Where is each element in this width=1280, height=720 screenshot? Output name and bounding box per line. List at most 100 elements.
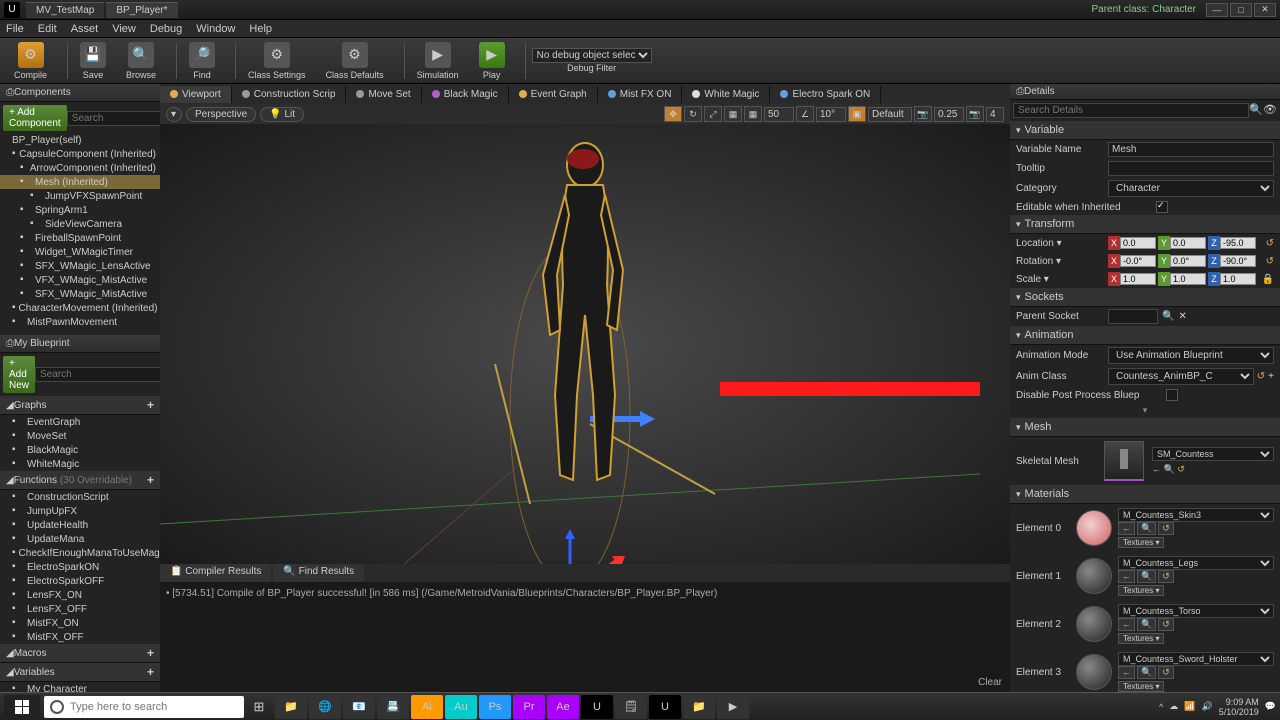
subtab-black-magic[interactable]: Black Magic (422, 86, 509, 103)
vp-camera-icon[interactable]: 📷 (914, 106, 932, 122)
add-component-button[interactable]: + Add Component (3, 105, 67, 131)
component-item[interactable]: ▪Widget_WMagicTimer (0, 245, 160, 259)
close-button[interactable]: ✕ (1254, 3, 1276, 17)
add-new-button[interactable]: + Add New (3, 356, 35, 393)
bp-item[interactable]: ▪UpdateHealth (0, 518, 160, 532)
taskbar-app-13[interactable]: ▶ (717, 695, 749, 719)
vp-speed-icon[interactable]: 📷 (966, 106, 984, 122)
component-item[interactable]: ▪VFX_WMagic_MistActive (0, 273, 160, 287)
reset-icon[interactable]: ↺ (1266, 256, 1274, 267)
tooltip-input[interactable] (1108, 161, 1274, 176)
material-thumb[interactable] (1076, 654, 1112, 690)
taskbar-app-7[interactable]: Pr (513, 695, 545, 719)
bp-item[interactable]: ▪MistFX_OFF (0, 630, 160, 644)
bp-item[interactable]: ▪My Character (0, 682, 160, 692)
doc-tab-map[interactable]: MV_TestMap (26, 2, 104, 18)
vp-scale-icon[interactable]: ⤢ (704, 106, 722, 122)
menu-debug[interactable]: Debug (150, 23, 182, 35)
taskbar-app-11[interactable]: U (649, 695, 681, 719)
menu-edit[interactable]: Edit (38, 23, 57, 35)
rot-z-input[interactable] (1220, 255, 1256, 267)
find-results-tab[interactable]: 🔍 Find Results (273, 564, 364, 582)
components-search-input[interactable] (67, 111, 160, 126)
eye-icon[interactable]: 👁 (1263, 103, 1277, 118)
bp-item[interactable]: ▪UpdateMana (0, 532, 160, 546)
loc-z-input[interactable] (1220, 237, 1256, 249)
clear-icon[interactable]: ✕ (1178, 311, 1186, 322)
bp-item[interactable]: ▪ElectroSparkON (0, 560, 160, 574)
vp-dropdown-icon[interactable]: ▾ (166, 107, 182, 122)
textures-button[interactable]: Textures ▾ (1118, 633, 1164, 644)
menu-window[interactable]: Window (196, 23, 235, 35)
debug-filter[interactable]: No debug object selected Debug Filter (532, 48, 652, 73)
bp-item[interactable]: ▪JumpUpFX (0, 504, 160, 518)
class-defaults-button[interactable]: ⚙Class Defaults (320, 40, 390, 82)
bp-item[interactable]: ▪MistFX_ON (0, 616, 160, 630)
simulation-button[interactable]: ▶Simulation (411, 40, 465, 82)
loc-x-input[interactable] (1120, 237, 1156, 249)
component-item[interactable]: ▪ArrowComponent (Inherited) (0, 161, 160, 175)
taskbar-app-0[interactable]: 📁 (275, 695, 307, 719)
material-thumb[interactable] (1076, 558, 1112, 594)
lit-button[interactable]: 💡 Lit (260, 107, 304, 122)
lock-icon[interactable]: 🔒 (1262, 274, 1274, 285)
loc-y-input[interactable] (1170, 237, 1206, 249)
section-variable[interactable]: Variable (1010, 121, 1280, 140)
taskbar-app-2[interactable]: 📧 (343, 695, 375, 719)
scale-x-input[interactable] (1120, 273, 1156, 285)
taskbar-app-10[interactable]: 🗒 (615, 695, 647, 719)
back-icon[interactable]: ← (1118, 666, 1135, 679)
reset-icon[interactable]: ↺ (1158, 522, 1174, 535)
subtab-electro-spark-on[interactable]: Electro Spark ON (770, 86, 881, 103)
reset-icon[interactable]: ↺ (1158, 570, 1174, 583)
vp-grid-icon[interactable]: ▦ (724, 106, 742, 122)
perspective-button[interactable]: Perspective (186, 107, 256, 122)
taskbar-app-8[interactable]: Ae (547, 695, 579, 719)
reset-icon[interactable]: ↺ (1158, 666, 1174, 679)
section-sockets[interactable]: Sockets (1010, 288, 1280, 307)
material-select[interactable]: M_Countess_Skin3 (1118, 508, 1274, 522)
taskbar-app-12[interactable]: 📁 (683, 695, 715, 719)
component-item[interactable]: ▪SFX_WMagic_MistActive (0, 287, 160, 301)
menu-help[interactable]: Help (249, 23, 272, 35)
component-item[interactable]: ▪CapsuleComponent (Inherited) (0, 147, 160, 161)
back-icon[interactable]: ← (1118, 522, 1135, 535)
bp-section-macros[interactable]: ◢Macros+ (0, 644, 160, 663)
doc-tab-bpplayer[interactable]: BP_Player* (106, 2, 177, 18)
browse-button[interactable]: 🔍Browse (120, 40, 162, 82)
subtab-construction-scrip[interactable]: Construction Scrip (232, 86, 347, 103)
scale-y-input[interactable] (1170, 273, 1206, 285)
editable-checkbox[interactable] (1156, 201, 1168, 213)
section-transform[interactable]: Transform (1010, 215, 1280, 234)
tray-notification-icon[interactable]: 💬 (1265, 701, 1276, 712)
rot-x-input[interactable] (1120, 255, 1156, 267)
tray-cloud-icon[interactable]: ☁ (1169, 701, 1178, 712)
vp-default-button[interactable]: Default (868, 107, 912, 122)
maximize-button[interactable]: □ (1230, 3, 1252, 17)
browse-icon[interactable]: 🔍 (1137, 522, 1156, 535)
vp-snap-value[interactable]: 50 (764, 107, 794, 122)
vp-scale-snap-icon[interactable]: ▣ (848, 106, 866, 122)
vp-speed-value[interactable]: 4 (986, 107, 1004, 122)
bp-item[interactable]: ▪ConstructionScript (0, 490, 160, 504)
back-icon[interactable]: ← (1118, 618, 1135, 631)
taskbar-app-4[interactable]: Ai (411, 695, 443, 719)
rot-y-input[interactable] (1170, 255, 1206, 267)
vp-angle-value[interactable]: 10° (816, 107, 846, 122)
component-item[interactable]: ▪SpringArm1 (0, 203, 160, 217)
task-view-icon[interactable]: ⊞ (244, 695, 274, 719)
tray-up-icon[interactable]: ^ (1159, 702, 1163, 712)
section-animation[interactable]: Animation (1010, 326, 1280, 345)
skeletal-mesh-thumb[interactable] (1104, 441, 1144, 481)
component-root[interactable]: BP_Player(self) (0, 134, 160, 147)
subtab-white-magic[interactable]: White Magic (682, 86, 770, 103)
minimize-button[interactable]: — (1206, 3, 1228, 17)
material-select[interactable]: M_Countess_Sword_Holster (1118, 652, 1274, 666)
class-settings-button[interactable]: ⚙Class Settings (242, 40, 312, 82)
component-item[interactable]: ▪SFX_WMagic_LensActive (0, 259, 160, 273)
add-icon[interactable]: + (1268, 371, 1274, 382)
expand-icon[interactable]: ▾ (1010, 403, 1280, 418)
start-button[interactable] (4, 695, 40, 719)
variable-name-input[interactable] (1108, 142, 1274, 157)
bp-item[interactable]: ▪CheckIfEnoughManaToUseMag (0, 546, 160, 560)
